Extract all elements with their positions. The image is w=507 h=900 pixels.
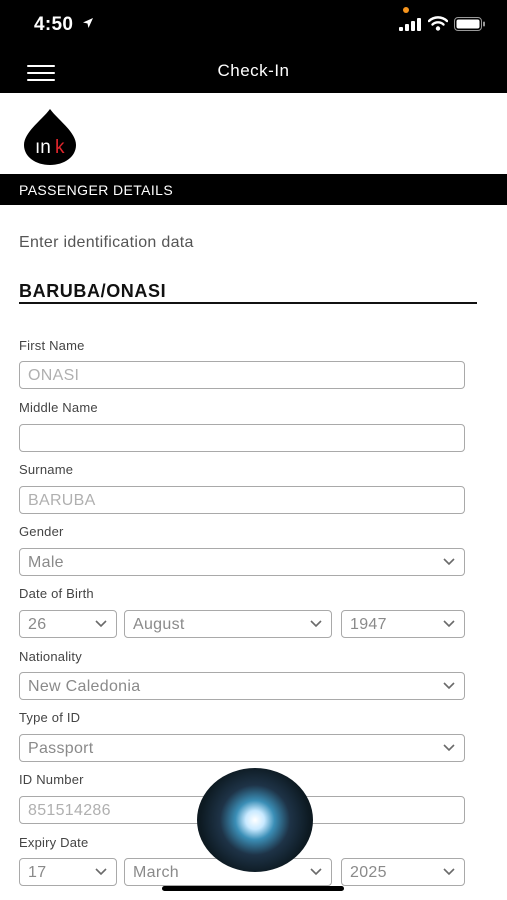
- expiry-day-select[interactable]: 17: [19, 858, 117, 886]
- gender-value: Male: [28, 554, 64, 571]
- passenger-details-header: PASSENGER DETAILS: [0, 174, 507, 205]
- svg-text:ın: ın: [35, 137, 51, 158]
- expiry-year-select[interactable]: 2025: [341, 858, 465, 886]
- home-indicator[interactable]: [162, 886, 344, 891]
- ink-logo: ın k: [24, 109, 76, 165]
- page-title: Check-In: [217, 61, 290, 80]
- first-name-value: ONASI: [28, 367, 80, 384]
- surname-field[interactable]: BARUBA: [19, 486, 465, 514]
- siri-orb: [197, 768, 313, 872]
- expiry-year-value: 2025: [350, 864, 387, 881]
- expiry-month-value: March: [133, 864, 179, 881]
- chevron-down-icon: [443, 682, 455, 690]
- nationality-value: New Caledonia: [28, 678, 141, 695]
- expiry-day-value: 17: [28, 864, 47, 881]
- dob-day-select[interactable]: 26: [19, 610, 117, 638]
- dob-year-value: 1947: [350, 616, 387, 633]
- expiry-label: Expiry Date: [19, 835, 89, 850]
- cellular-signal-icon: [399, 18, 421, 31]
- dob-day-value: 26: [28, 616, 47, 633]
- id-type-select[interactable]: Passport: [19, 734, 465, 762]
- wifi-icon: [428, 16, 448, 31]
- battery-icon: [454, 17, 485, 31]
- gender-select[interactable]: Male: [19, 548, 465, 576]
- passenger-name: BARUBA/ONASI: [19, 281, 167, 301]
- nationality-select[interactable]: New Caledonia: [19, 672, 465, 700]
- id-type-label: Type of ID: [19, 710, 81, 725]
- dob-month-select[interactable]: August: [124, 610, 332, 638]
- intro-text: Enter identification data: [19, 234, 194, 251]
- surname-value: BARUBA: [28, 492, 96, 509]
- section-title: PASSENGER DETAILS: [19, 182, 174, 198]
- dob-year-select[interactable]: 1947: [341, 610, 465, 638]
- chevron-down-icon: [443, 744, 455, 752]
- chevron-down-icon: [95, 620, 107, 628]
- gender-label: Gender: [19, 524, 64, 539]
- chevron-down-icon: [443, 620, 455, 628]
- svg-text:k: k: [55, 137, 65, 158]
- status-bar: 4:50: [0, 0, 507, 50]
- status-time: 4:50: [34, 14, 74, 35]
- middle-name-label: Middle Name: [19, 400, 98, 415]
- chevron-down-icon: [443, 868, 455, 876]
- dob-month-value: August: [133, 616, 185, 633]
- chevron-down-icon: [310, 868, 322, 876]
- divider: [19, 302, 477, 304]
- surname-label: Surname: [19, 462, 74, 477]
- chevron-down-icon: [95, 868, 107, 876]
- chevron-down-icon: [310, 620, 322, 628]
- dob-label: Date of Birth: [19, 586, 94, 601]
- id-number-label: ID Number: [19, 772, 84, 787]
- location-arrow-icon: [83, 18, 93, 28]
- middle-name-field[interactable]: [19, 424, 465, 452]
- nationality-label: Nationality: [19, 649, 82, 664]
- chevron-down-icon: [443, 558, 455, 566]
- privacy-indicator-dot: [403, 7, 409, 13]
- id-number-value: 851514286: [28, 802, 111, 819]
- first-name-field[interactable]: ONASI: [19, 361, 465, 389]
- first-name-label: First Name: [19, 338, 85, 353]
- nav-bar: Check-In: [0, 50, 507, 93]
- id-type-value: Passport: [28, 740, 94, 757]
